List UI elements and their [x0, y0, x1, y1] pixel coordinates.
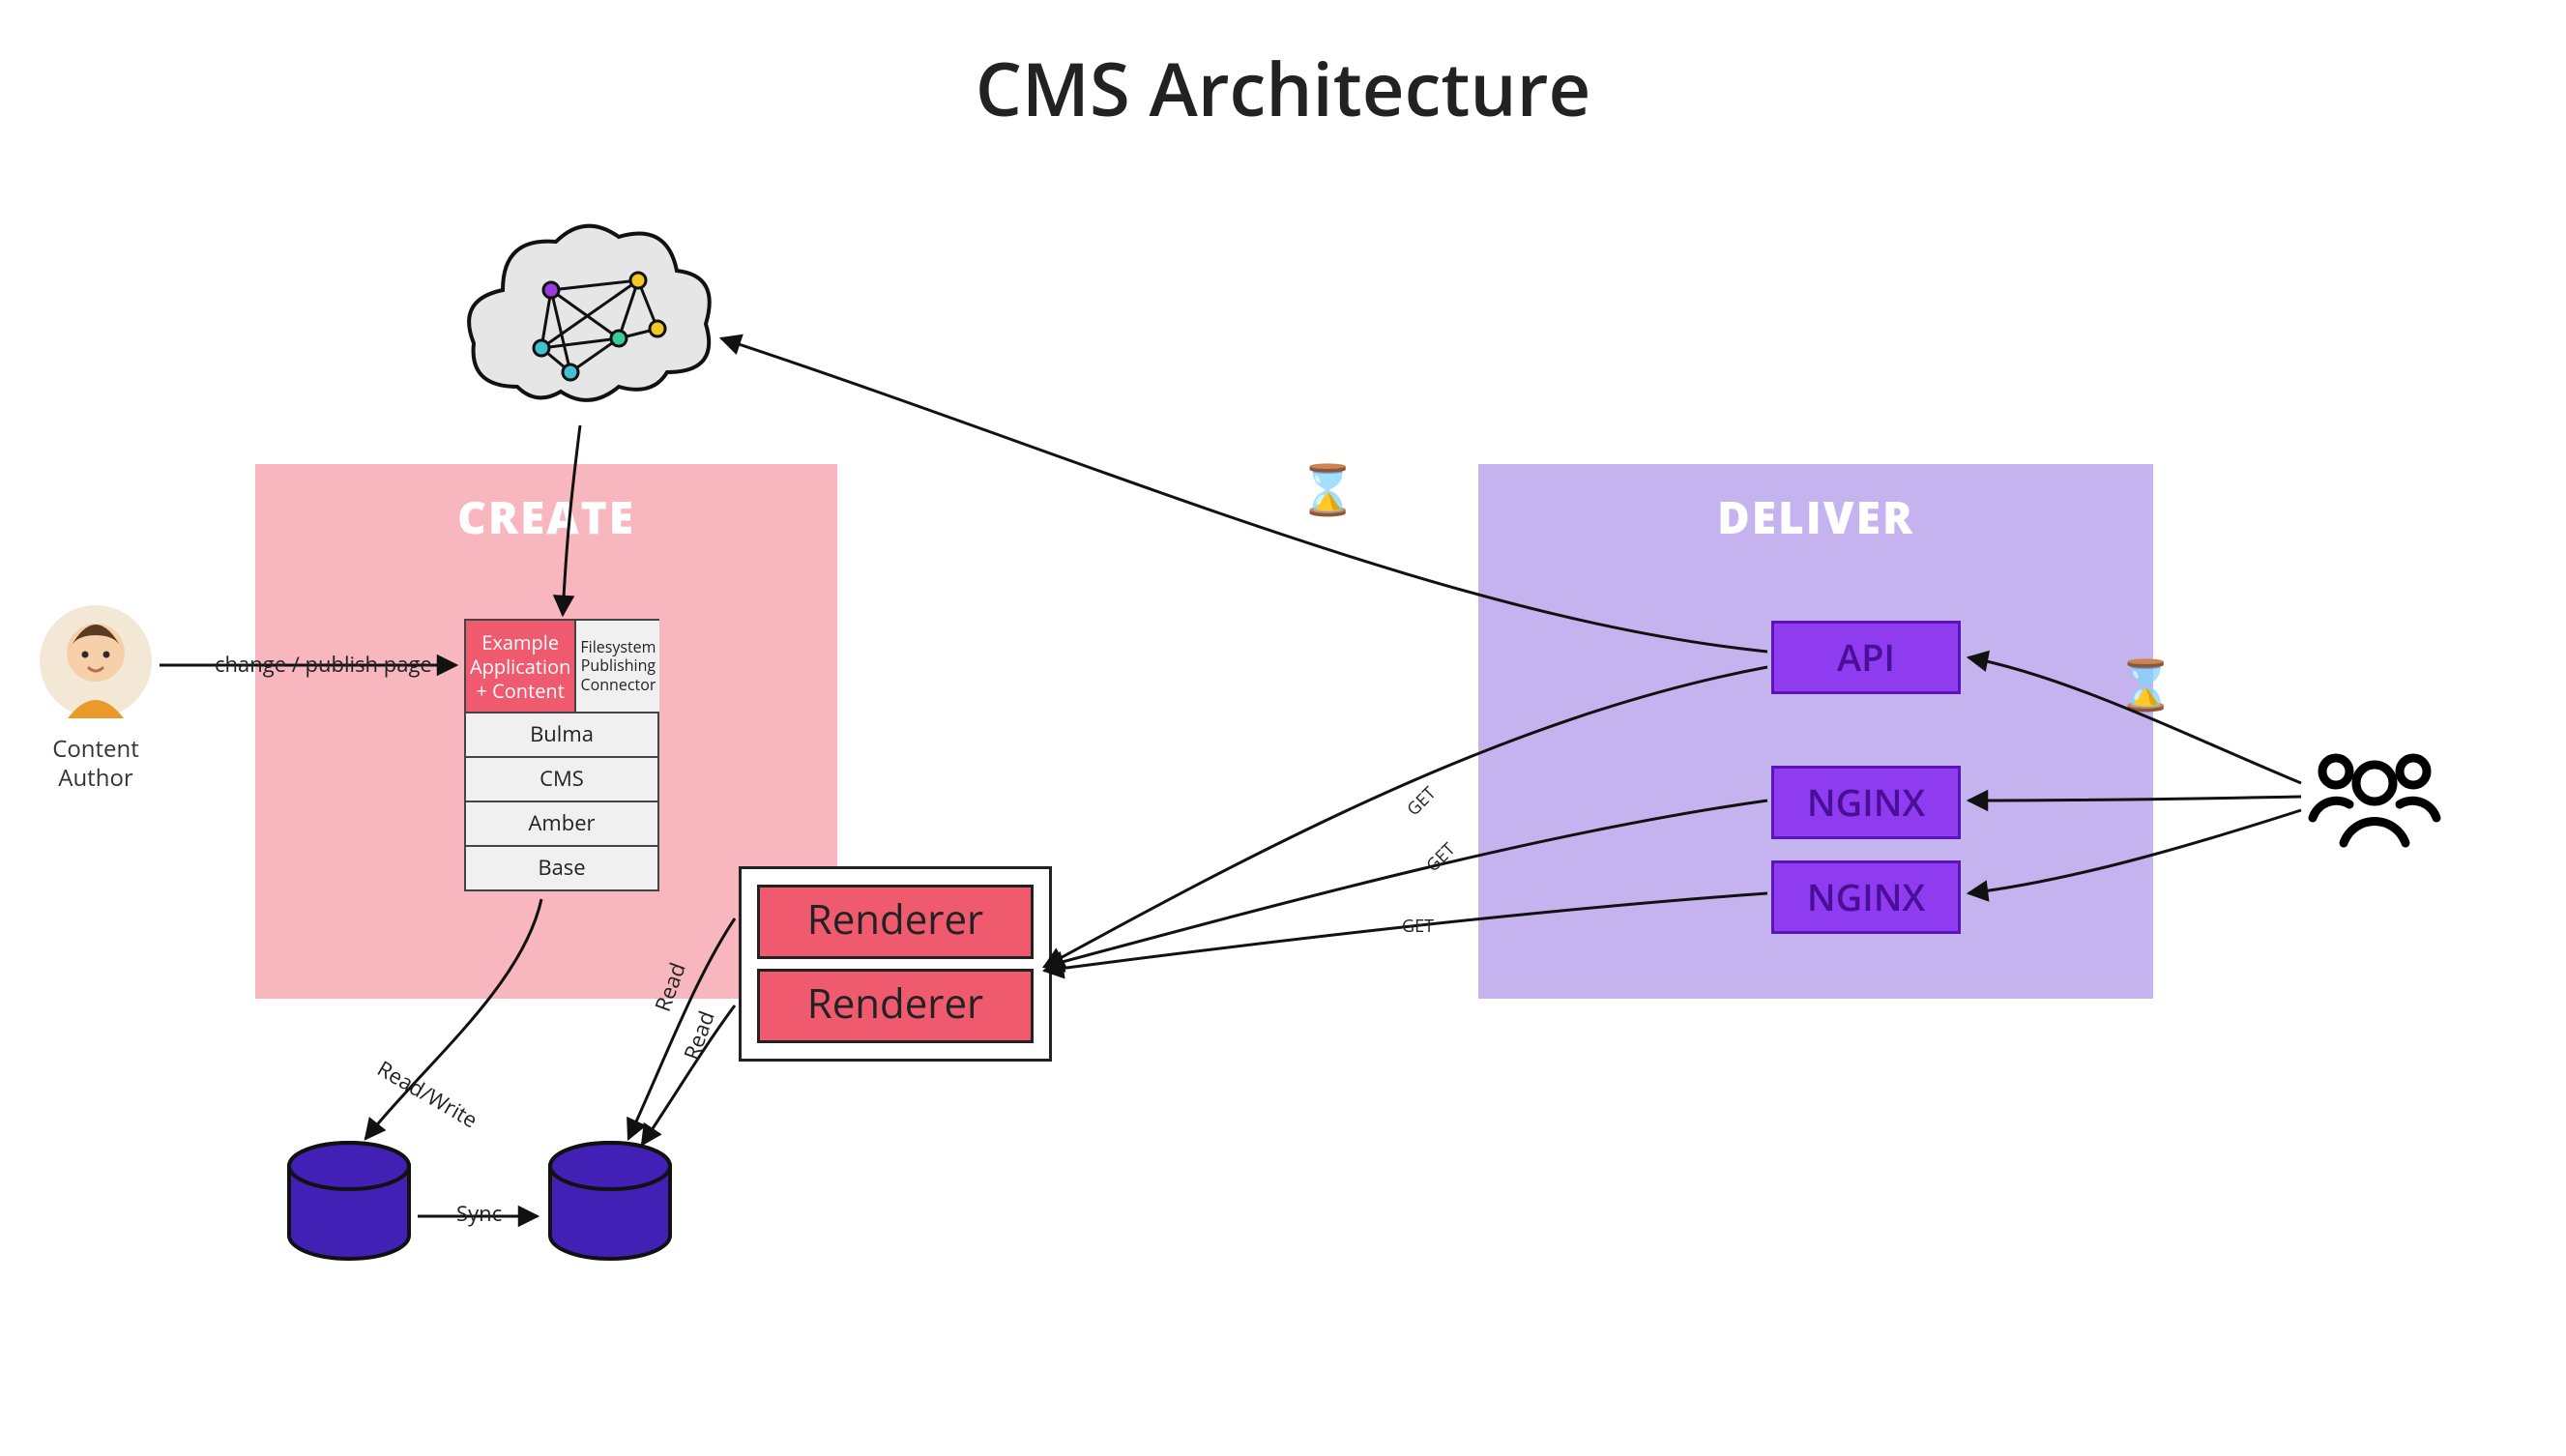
hourglass-icon: ⌛	[2115, 657, 2175, 714]
cloud-network-icon	[464, 222, 715, 425]
edge-label-get-1: GET	[1402, 782, 1441, 821]
create-stack: Example Application + Content Filesystem…	[464, 619, 659, 891]
edge-label-sync: Sync	[456, 1199, 502, 1228]
deliver-box-api: API	[1771, 621, 1961, 694]
deliver-box-nginx2: NGINX	[1771, 860, 1961, 934]
diagram-title: CMS Architecture	[0, 39, 2566, 138]
database-icon	[282, 1139, 416, 1272]
database-icon	[543, 1139, 677, 1272]
deliver-box-nginx1: NGINX	[1771, 766, 1961, 839]
hourglass-icon: ⌛	[1298, 462, 1357, 519]
database-replica	[543, 1139, 677, 1272]
edge-label-get-3: GET	[1402, 915, 1434, 938]
renderer-box-2: Renderer	[757, 969, 1034, 1043]
stack-fs-connector: Filesystem Publishing Connector	[576, 621, 659, 712]
stack-row-base: Base	[466, 845, 657, 889]
stack-example-app: Example Application + Content	[466, 621, 576, 712]
stack-row-amber: Amber	[466, 801, 657, 845]
renderer-box-1: Renderer	[757, 885, 1034, 959]
stack-top-row: Example Application + Content Filesystem…	[466, 621, 657, 712]
users-group-icon	[2307, 743, 2442, 849]
database-primary	[282, 1139, 416, 1272]
renderer-group: Renderer Renderer	[739, 866, 1052, 1062]
edge-label-read-2: Read	[677, 1006, 721, 1063]
edge-label-change-publish: change / publish page	[215, 650, 432, 679]
actor-content-author: ContentAuthor	[34, 604, 158, 793]
author-avatar-icon	[39, 604, 153, 718]
edge-label-get-2: GET	[1421, 838, 1460, 877]
stack-row-cms: CMS	[466, 756, 657, 801]
edge-label-read-write: Read/Write	[372, 1054, 482, 1134]
stack-row-bulma: Bulma	[466, 712, 657, 756]
actor-content-author-label: ContentAuthor	[34, 735, 158, 793]
